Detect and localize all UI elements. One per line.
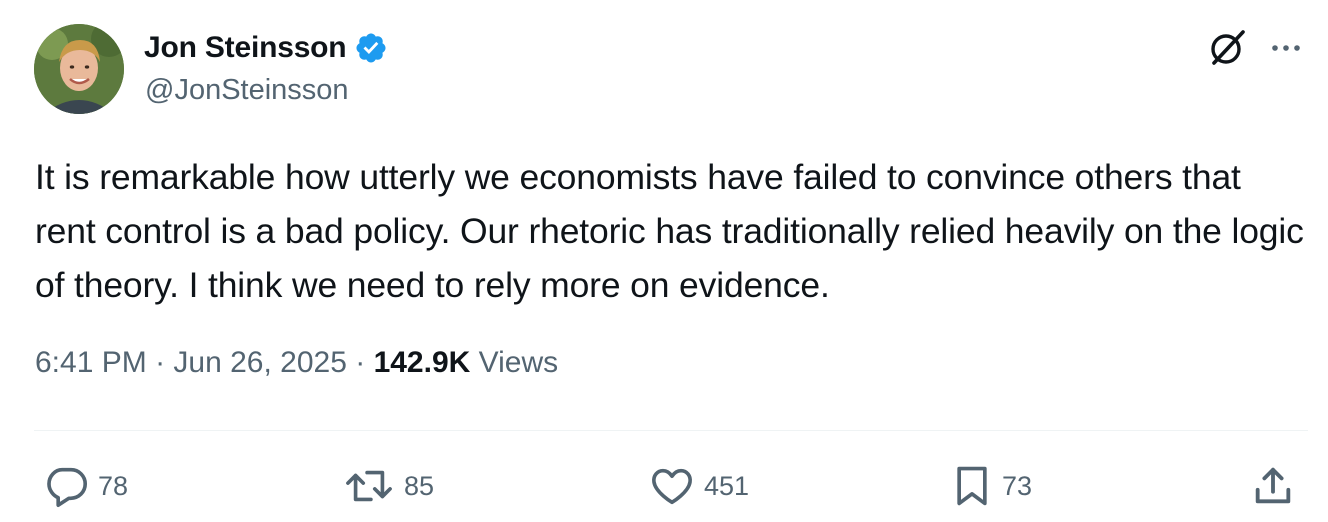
bookmark-icon [957,466,987,506]
like-count: 451 [704,470,750,501]
tweet-date[interactable]: Jun 26, 2025 [173,346,346,380]
retweet-button[interactable]: 85 [342,460,434,512]
avatar-image [34,24,124,114]
more-icon[interactable] [1266,30,1306,66]
author-handle[interactable]: @JonSteinsson [145,74,349,107]
tweet: Jon Steinsson @JonSteinsson It is remark… [0,0,1328,522]
bookmark-button[interactable]: 73 [950,460,1032,512]
tweet-meta: 6:41 PM · Jun 26, 2025 · 142.9K Views [35,346,558,380]
divider [34,430,1308,431]
author-name-row: Jon Steinsson [144,26,388,70]
retweet-icon [346,470,392,502]
views-label: Views [470,346,559,379]
reply-button[interactable]: 78 [44,460,128,512]
retweet-count: 85 [404,470,435,501]
reply-icon [47,467,88,507]
share-button[interactable] [1250,460,1296,512]
meta-separator: · [146,346,174,379]
heart-icon [652,468,692,505]
meta-separator: · [346,346,374,379]
tweet-text: It is remarkable how utterly we economis… [35,157,1304,305]
avatar[interactable] [34,24,124,114]
grok-icon[interactable] [1206,26,1250,70]
share-icon [1255,467,1291,504]
like-button[interactable]: 451 [648,460,749,512]
display-name[interactable]: Jon Steinsson [144,31,347,65]
verified-badge-icon[interactable] [354,31,388,65]
tweet-time[interactable]: 6:41 PM [35,346,147,380]
bookmark-count: 73 [1002,470,1033,501]
views-count[interactable]: 142.9K [374,346,471,380]
reply-count: 78 [98,470,129,501]
